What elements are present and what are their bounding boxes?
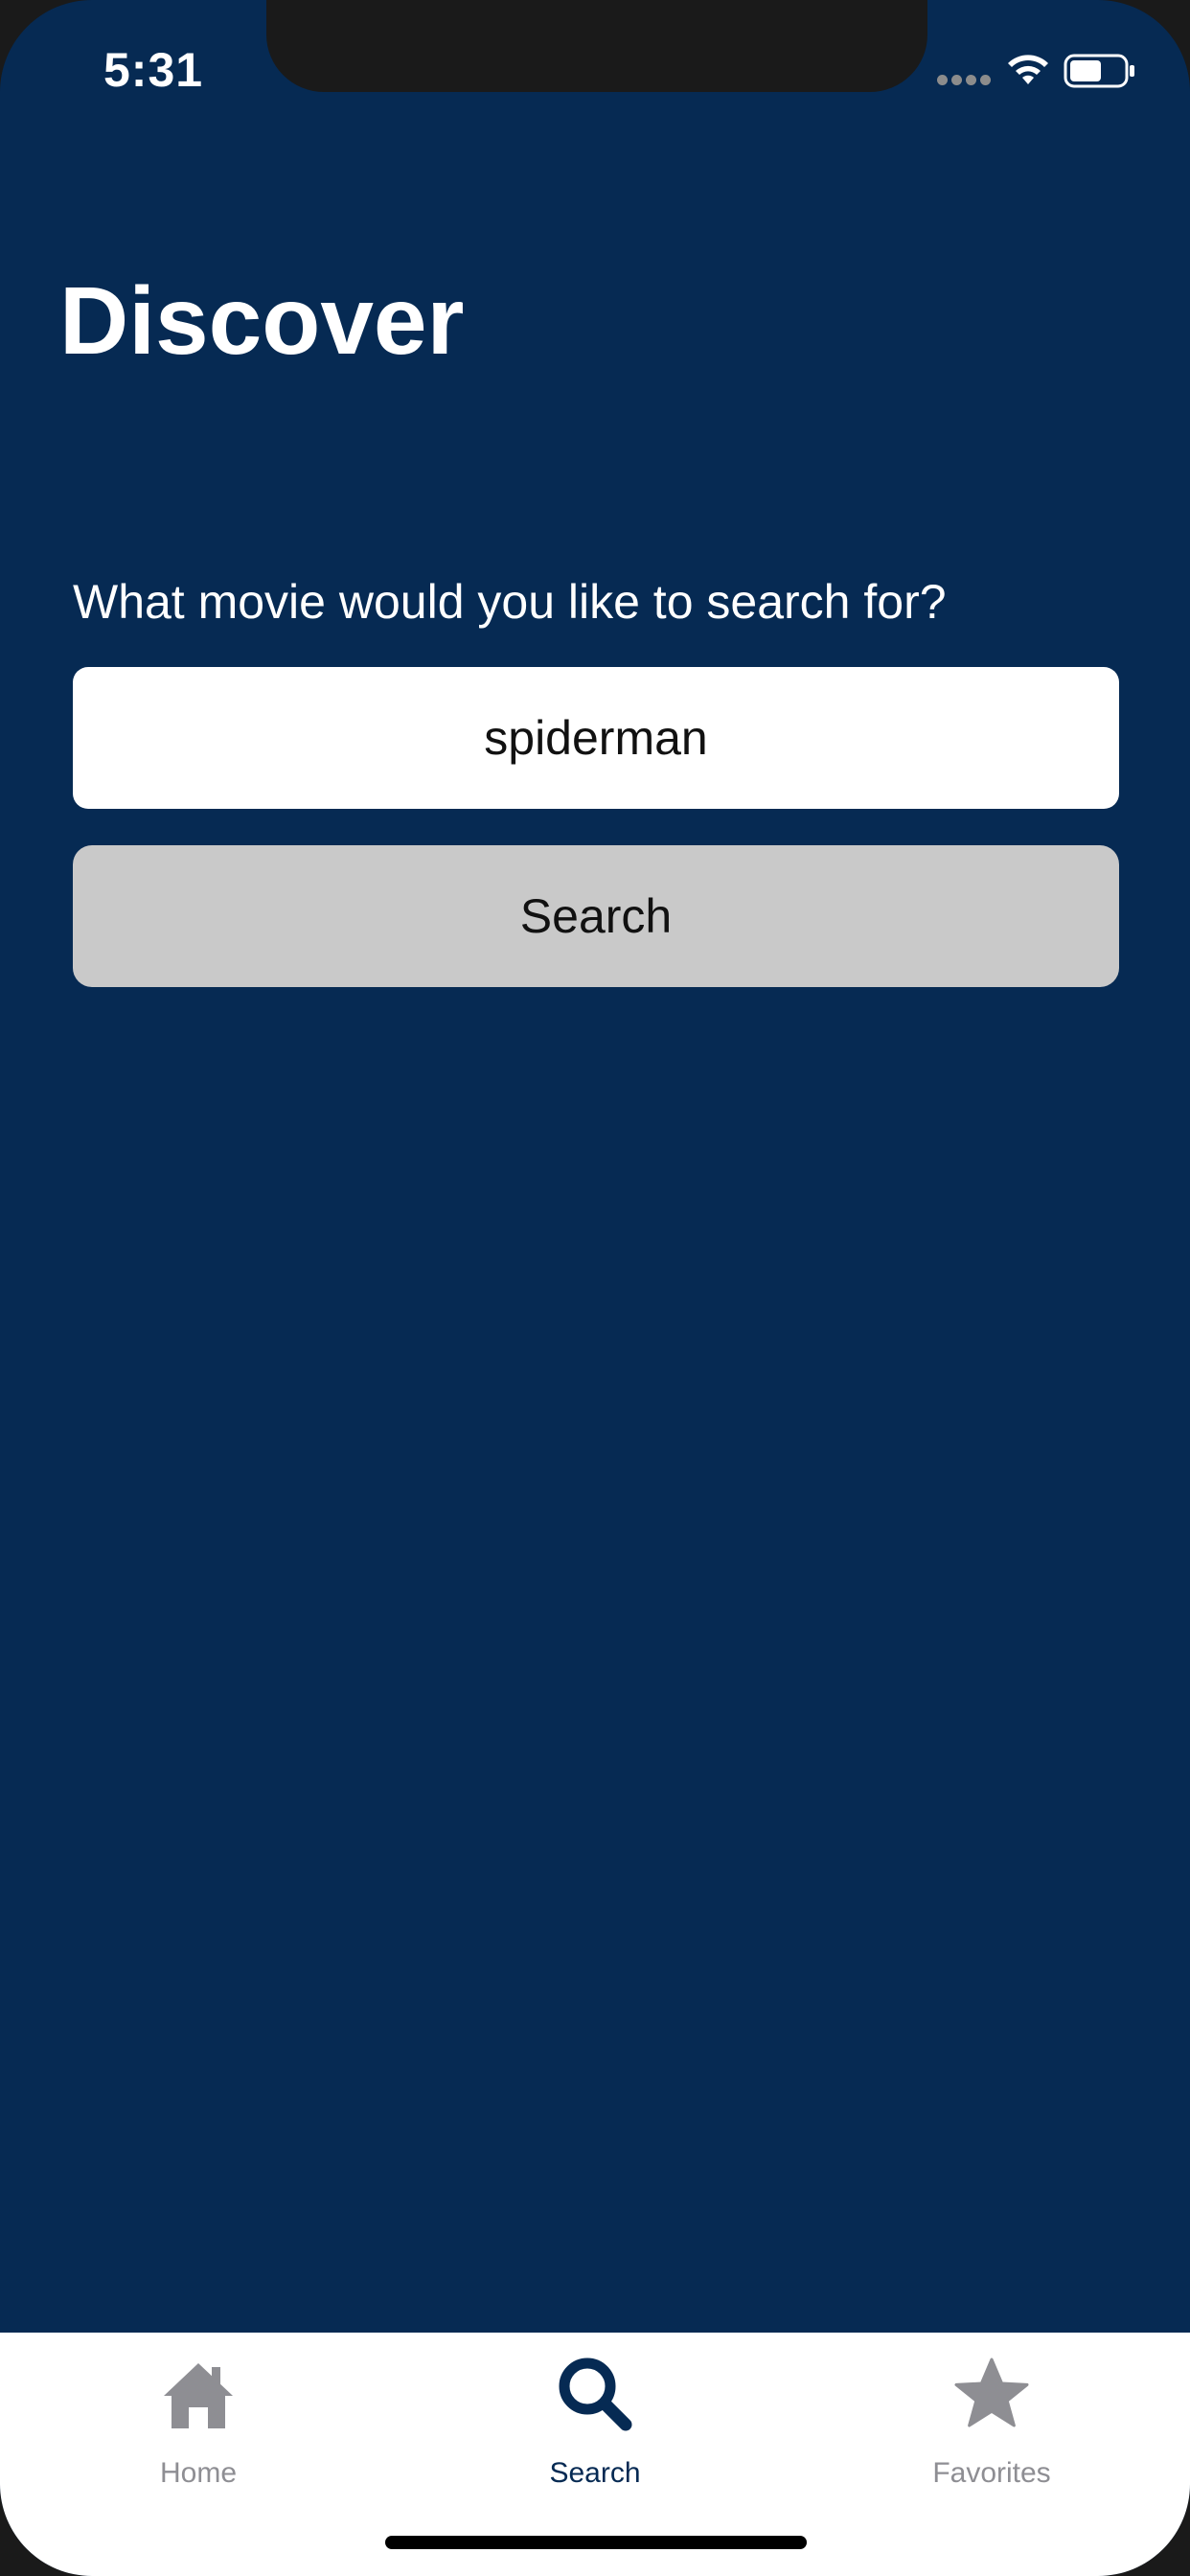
tab-home[interactable]: Home xyxy=(0,2333,397,2515)
battery-icon xyxy=(1064,54,1134,88)
page-title: Discover xyxy=(59,267,465,375)
wifi-icon xyxy=(1008,55,1048,84)
star-icon xyxy=(954,2358,1029,2427)
tab-label-search: Search xyxy=(549,2457,641,2489)
app-screen: 5:31 Discover What movie would you like … xyxy=(0,0,1190,2576)
tab-label-home: Home xyxy=(159,2457,238,2489)
status-time: 5:31 xyxy=(103,43,204,97)
tab-favorites[interactable]: Favorites xyxy=(793,2333,1190,2515)
house-icon xyxy=(164,2363,233,2428)
search-prompt-label: What movie would you like to search for? xyxy=(73,575,947,629)
device-notch xyxy=(266,0,927,92)
signal-dots-icon xyxy=(937,73,995,85)
tab-search[interactable]: Search xyxy=(397,2333,793,2515)
magnifier-icon xyxy=(559,2358,632,2431)
home-indicator[interactable] xyxy=(385,2536,807,2549)
status-bar: 5:31 xyxy=(0,0,1190,134)
search-button[interactable]: Search xyxy=(73,845,1119,987)
tab-label-favorites: Favorites xyxy=(932,2457,1051,2489)
movie-search-input[interactable] xyxy=(73,667,1119,809)
